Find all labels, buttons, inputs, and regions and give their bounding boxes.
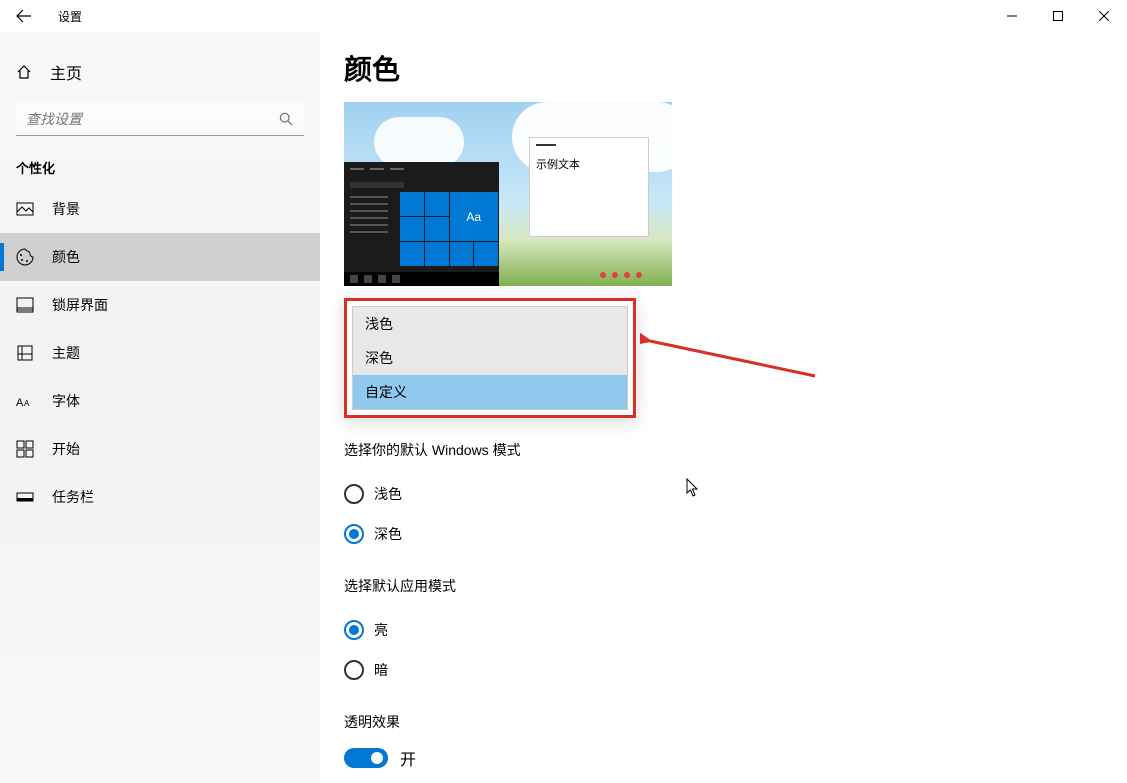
theme-icon — [16, 344, 34, 362]
title-bar: 设置 — [0, 0, 1127, 32]
preview-start-menu: Aa — [344, 162, 499, 286]
app-mode-section: 选择默认应用模式 亮 暗 — [344, 576, 1103, 690]
back-arrow-icon — [16, 8, 32, 24]
search-input[interactable] — [26, 111, 278, 127]
sidebar-home[interactable]: 主页 — [0, 52, 320, 92]
content: 颜色 示例文本 Aa — [320, 32, 1127, 783]
annotation-arrow — [640, 331, 820, 381]
color-mode-dropdown[interactable]: 浅色 深色 自定义 — [344, 298, 636, 418]
transparency-title: 透明效果 — [344, 712, 1103, 732]
home-icon — [16, 64, 32, 80]
sidebar-item-label: 锁屏界面 — [52, 295, 108, 315]
preview-sample-window: 示例文本 — [529, 137, 649, 237]
radio-icon — [344, 484, 364, 504]
taskbar-icon — [16, 488, 34, 506]
preview-tile-aa: Aa — [450, 192, 499, 241]
svg-text:A: A — [24, 399, 30, 408]
dropdown-option-light[interactable]: 浅色 — [353, 307, 627, 341]
window-controls — [989, 0, 1127, 32]
radio-icon — [344, 660, 364, 680]
sidebar-item-themes[interactable]: 主题 — [0, 329, 320, 377]
preview-sample-text: 示例文本 — [536, 156, 642, 172]
radio-label: 暗 — [374, 660, 388, 680]
dropdown-option-dark[interactable]: 深色 — [353, 341, 627, 375]
radio-app-light[interactable]: 亮 — [344, 610, 1103, 650]
radio-label: 浅色 — [374, 484, 402, 504]
sidebar-item-start[interactable]: 开始 — [0, 425, 320, 473]
main-area: 主页 个性化 背景 颜色 锁屏界面 主题 AA 字体 — [0, 32, 1127, 783]
radio-icon — [344, 620, 364, 640]
font-icon: AA — [16, 392, 34, 410]
picture-icon — [16, 200, 34, 218]
maximize-icon — [1053, 11, 1063, 21]
sidebar: 主页 个性化 背景 颜色 锁屏界面 主题 AA 字体 — [0, 32, 320, 783]
sidebar-item-label: 主题 — [52, 343, 80, 363]
sidebar-item-colors[interactable]: 颜色 — [0, 233, 320, 281]
color-preview: 示例文本 Aa — [344, 102, 672, 286]
sidebar-item-label: 颜色 — [52, 247, 80, 267]
sidebar-home-label: 主页 — [50, 60, 82, 84]
app-mode-title: 选择默认应用模式 — [344, 576, 1103, 596]
maximize-button[interactable] — [1035, 0, 1081, 32]
sidebar-item-label: 任务栏 — [52, 487, 94, 507]
minimize-icon — [1007, 11, 1017, 21]
radio-app-dark[interactable]: 暗 — [344, 650, 1103, 690]
sidebar-item-label: 背景 — [52, 199, 80, 219]
svg-text:A: A — [16, 397, 24, 409]
search-icon — [278, 111, 294, 127]
search-box[interactable] — [16, 102, 304, 136]
close-button[interactable] — [1081, 0, 1127, 32]
radio-label: 亮 — [374, 620, 388, 640]
lockscreen-icon — [16, 296, 34, 314]
transparency-section: 透明效果 开 — [344, 712, 1103, 770]
windows-mode-title: 选择你的默认 Windows 模式 — [344, 440, 1103, 460]
palette-icon — [16, 248, 34, 266]
radio-label: 深色 — [374, 524, 402, 544]
sidebar-item-taskbar[interactable]: 任务栏 — [0, 473, 320, 521]
radio-icon — [344, 524, 364, 544]
back-button[interactable] — [0, 0, 48, 32]
transparency-toggle[interactable] — [344, 748, 388, 768]
sidebar-item-label: 开始 — [52, 439, 80, 459]
sidebar-section-header: 个性化 — [0, 136, 320, 185]
radio-windows-dark[interactable]: 深色 — [344, 514, 1103, 554]
close-icon — [1099, 11, 1109, 21]
sidebar-item-fonts[interactable]: AA 字体 — [0, 377, 320, 425]
sidebar-item-lockscreen[interactable]: 锁屏界面 — [0, 281, 320, 329]
app-title: 设置 — [58, 8, 82, 25]
sidebar-item-background[interactable]: 背景 — [0, 185, 320, 233]
windows-mode-section: 选择你的默认 Windows 模式 浅色 深色 — [344, 440, 1103, 554]
minimize-button[interactable] — [989, 0, 1035, 32]
radio-windows-light[interactable]: 浅色 — [344, 474, 1103, 514]
sidebar-item-label: 字体 — [52, 391, 80, 411]
page-title: 颜色 — [344, 48, 1103, 88]
dropdown-option-custom[interactable]: 自定义 — [353, 375, 627, 409]
start-icon — [16, 440, 34, 458]
transparency-state-label: 开 — [400, 746, 416, 770]
